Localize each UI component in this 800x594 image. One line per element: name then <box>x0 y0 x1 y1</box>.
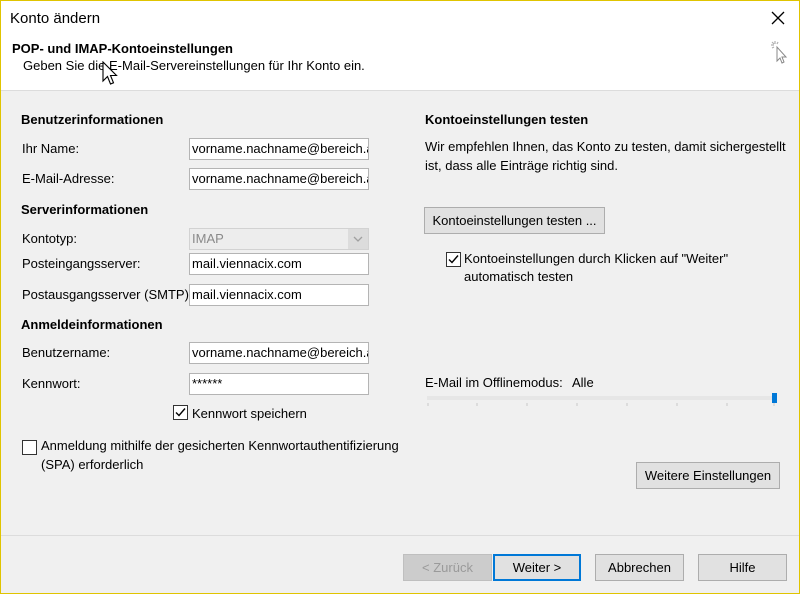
header-panel: POP- und IMAP-Kontoeinstellungen Geben S… <box>1 35 799 91</box>
dialog-window: Konto ändern POP- und IMAP-Kontoeinstell… <box>0 0 800 594</box>
footer-divider <box>1 535 799 536</box>
username-field[interactable]: vorname.nachname@bereich.at <box>189 342 369 364</box>
name-label: Ihr Name: <box>22 141 80 156</box>
back-button[interactable]: < Zurück <box>403 554 492 581</box>
test-description-line2: ist, dass alle Einträge richtig sind. <box>425 158 618 173</box>
page-subtitle: Geben Sie die E-Mail-Servereinstellungen… <box>23 58 365 73</box>
password-label: Kennwort: <box>22 376 81 391</box>
test-description-line1: Wir empfehlen Ihnen, das Konto zu testen… <box>425 139 786 154</box>
auto-test-checkbox[interactable] <box>446 252 461 267</box>
spa-label-line2: (SPA) erforderlich <box>41 457 144 472</box>
checkmark-icon <box>175 408 186 417</box>
offline-slider-track[interactable] <box>427 396 775 400</box>
checkmark-icon <box>448 255 459 264</box>
outgoing-server-field[interactable]: mail.viennacix.com <box>189 284 369 306</box>
name-field[interactable]: vorname.nachname@bereich.at <box>189 138 369 160</box>
incoming-server-field[interactable]: mail.viennacix.com <box>189 253 369 275</box>
password-field[interactable]: ****** <box>189 373 369 395</box>
remember-password-checkbox[interactable] <box>173 405 188 420</box>
email-label: E-Mail-Adresse: <box>22 171 115 186</box>
close-button[interactable] <box>765 5 791 31</box>
window-title: Konto ändern <box>10 10 101 27</box>
spa-label-line1: Anmeldung mithilfe der gesicherten Kennw… <box>41 438 399 453</box>
offline-mode-value: Alle <box>572 375 594 390</box>
outgoing-server-label: Postausgangsserver (SMTP): <box>22 287 193 302</box>
account-type-select: IMAP <box>189 228 369 250</box>
user-info-heading: Benutzerinformationen <box>21 112 164 127</box>
username-label: Benutzername: <box>22 345 111 360</box>
login-info-heading: Anmeldeinformationen <box>21 317 163 332</box>
more-settings-button[interactable]: Weitere Einstellungen <box>636 462 780 489</box>
server-info-heading: Serverinformationen <box>21 202 149 217</box>
close-icon <box>771 11 785 25</box>
auto-test-label-line1: Kontoeinstellungen durch Klicken auf "We… <box>464 251 729 266</box>
wizard-icon <box>771 41 788 64</box>
test-settings-heading: Kontoeinstellungen testen <box>425 112 589 127</box>
spa-checkbox[interactable] <box>22 440 37 455</box>
auto-test-label-line2: automatisch testen <box>464 269 574 284</box>
incoming-server-label: Posteingangsserver: <box>22 256 141 271</box>
offline-slider-thumb[interactable] <box>772 393 777 403</box>
mouse-cursor-icon <box>102 61 118 85</box>
help-button[interactable]: Hilfe <box>698 554 787 581</box>
chevron-down-icon <box>348 229 368 249</box>
next-button[interactable]: Weiter > <box>493 554 581 581</box>
remember-password-label: Kennwort speichern <box>192 406 307 421</box>
offline-slider-ticks <box>427 403 775 406</box>
offline-mode-label: E-Mail im Offlinemodus: <box>425 375 563 390</box>
account-type-label: Kontotyp: <box>22 231 77 246</box>
email-field[interactable]: vorname.nachname@bereich.at <box>189 168 369 190</box>
account-type-value: IMAP <box>192 231 224 246</box>
title-bar: Konto ändern <box>1 1 799 35</box>
page-title: POP- und IMAP-Kontoeinstellungen <box>12 41 233 56</box>
test-account-button[interactable]: Kontoeinstellungen testen ... <box>424 207 605 234</box>
cancel-button[interactable]: Abbrechen <box>595 554 684 581</box>
